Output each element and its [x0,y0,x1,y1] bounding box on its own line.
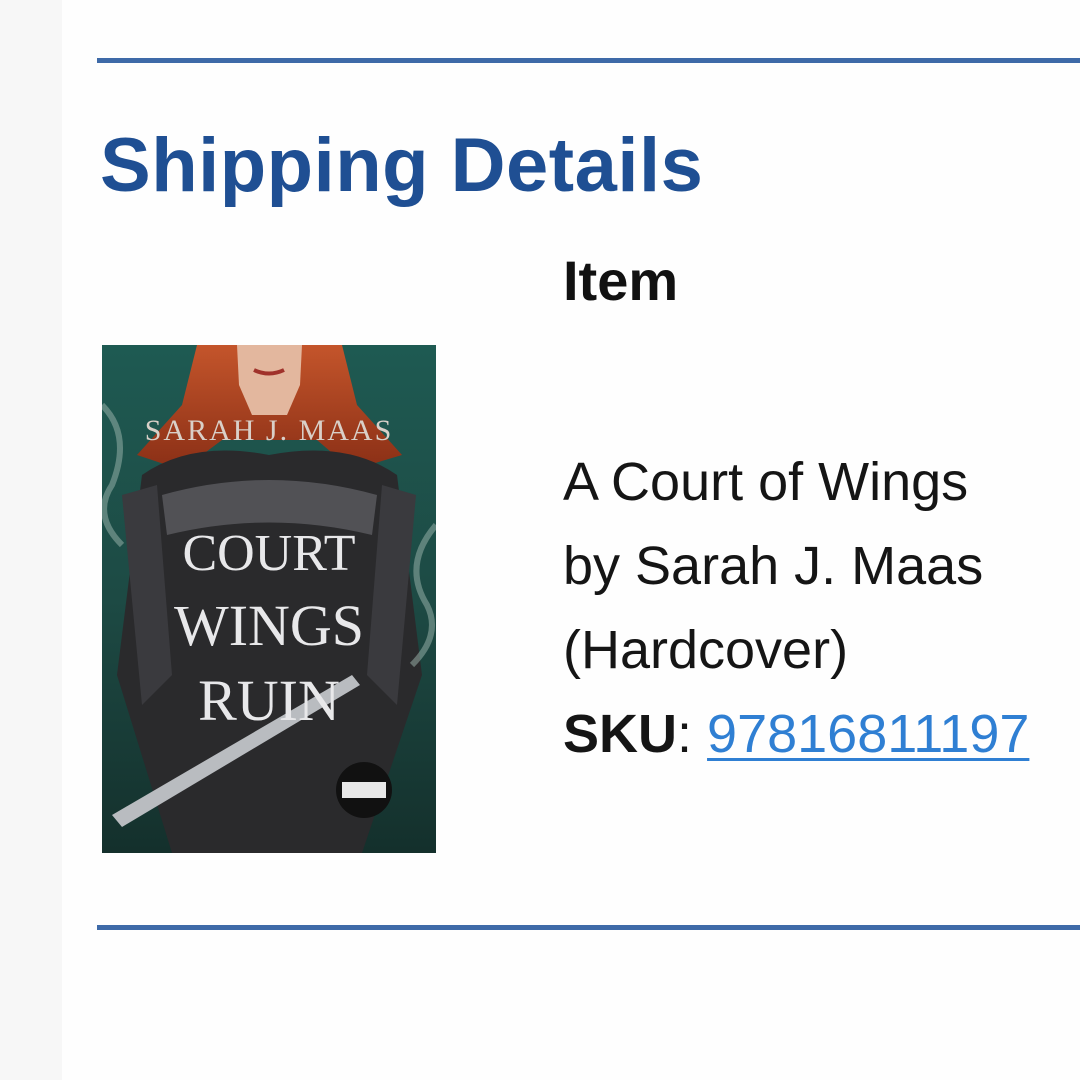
sku-separator: : [677,704,693,764]
item-author: by Sarah J. Maas [563,536,984,596]
shipping-details-page: Shipping Details Item SARAH J. MAAS COUR… [0,0,1080,1080]
sku-link[interactable]: 97816811197 [707,704,1029,764]
cover-title-line: WINGS [174,593,364,658]
sku-label: SKU [563,704,678,764]
sku-row: SKU: 97816811197 [563,692,1080,776]
cover-title-line: RUIN [198,668,340,733]
item-details: A Court of Wings by Sarah J. Maas (Hardc… [563,440,1080,776]
book-cover-image[interactable]: SARAH J. MAAS COURT WINGS RUIN [102,345,436,853]
left-gutter [0,0,62,1080]
book-cover-illustration: SARAH J. MAAS COURT WINGS RUIN [102,345,436,853]
section-title: Shipping Details [100,123,704,208]
bottom-divider [97,925,1080,930]
top-divider [97,58,1080,63]
item-column-header: Item [563,249,679,312]
item-format: (Hardcover) [563,620,849,680]
cover-author-text: SARAH J. MAAS [145,414,394,447]
cover-title-line: COURT [182,525,355,582]
item-title[interactable]: A Court of Wings [563,440,1080,524]
